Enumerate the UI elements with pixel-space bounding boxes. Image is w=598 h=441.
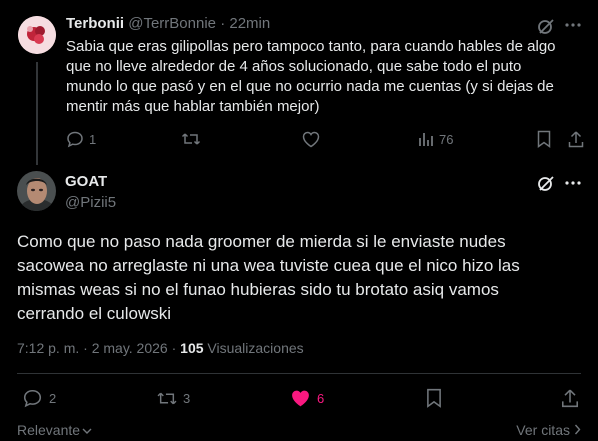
main-like-count: 6 [317,391,325,406]
main-like-button[interactable]: 6 [290,389,324,408]
reply-author-name[interactable]: Terbonii [66,15,124,32]
reply-share-button[interactable] [568,130,584,148]
reply-views-count: 76 [439,131,454,147]
share-icon [568,130,584,148]
more-options-icon[interactable] [565,22,581,28]
sort-dropdown[interactable]: Relevante [17,422,92,438]
main-timestamp[interactable]: 7:12 p. m. · 2 may. 2026 · [17,340,176,356]
main-author-handle[interactable]: @Pizii5 [65,194,116,211]
reply-like-button[interactable] [302,131,320,148]
comment-icon [22,388,43,408]
reply-time[interactable]: 22min [229,15,270,32]
bookmark-icon [537,130,551,148]
reply-separator: · [220,15,226,32]
grok-icon-main[interactable] [537,174,555,192]
main-text: Como que no paso nada groomer de mierda … [17,232,520,323]
grok-icon[interactable] [537,17,555,35]
heart-outline-icon [302,131,320,148]
comment-icon [66,130,84,148]
bookmark-icon [426,388,442,408]
more-options-icon-main[interactable] [565,180,581,186]
main-repost-button[interactable]: 3 [156,389,190,408]
sort-label: Relevante [17,422,81,438]
main-views-label: Visualizaciones [207,340,304,356]
main-author-name[interactable]: GOAT [65,173,107,190]
reply-repost-button[interactable] [181,130,201,148]
main-bookmark-button[interactable] [426,388,442,408]
quotes-label: Ver citas [516,422,570,438]
repost-icon [181,130,201,148]
main-repost-count: 3 [183,391,191,406]
reply-comment-button[interactable]: 1 [66,130,96,148]
reply-author-handle[interactable]: @TerrBonnie [128,15,216,32]
heart-filled-icon [290,389,311,408]
meta-divider [17,373,581,374]
reply-bookmark-button[interactable] [537,130,551,148]
reply-views-button[interactable]: 76 [418,131,453,147]
main-meta: 7:12 p. m. · 2 may. 2026 · 105 Visualiza… [17,340,304,356]
avatar-terbonii[interactable] [18,16,56,54]
main-share-button[interactable] [561,388,579,408]
views-icon [418,131,434,147]
main-reply-count: 2 [49,390,57,406]
repost-icon [156,389,178,408]
chevron-down-icon [82,422,92,438]
reply-header: Terbonii @TerrBonnie · 22min [66,15,270,32]
main-views-count: 105 [180,340,204,356]
chevron-right-icon [574,422,581,438]
reply-text: Sabia que eras gilipollas pero tampoco t… [66,38,556,115]
reply-comment-count: 1 [89,131,97,147]
main-reply-button[interactable]: 2 [22,388,56,408]
share-icon [561,388,579,408]
avatar-goat[interactable] [17,171,56,211]
thread-line [36,62,38,165]
view-quotes-link[interactable]: Ver citas [516,422,581,438]
